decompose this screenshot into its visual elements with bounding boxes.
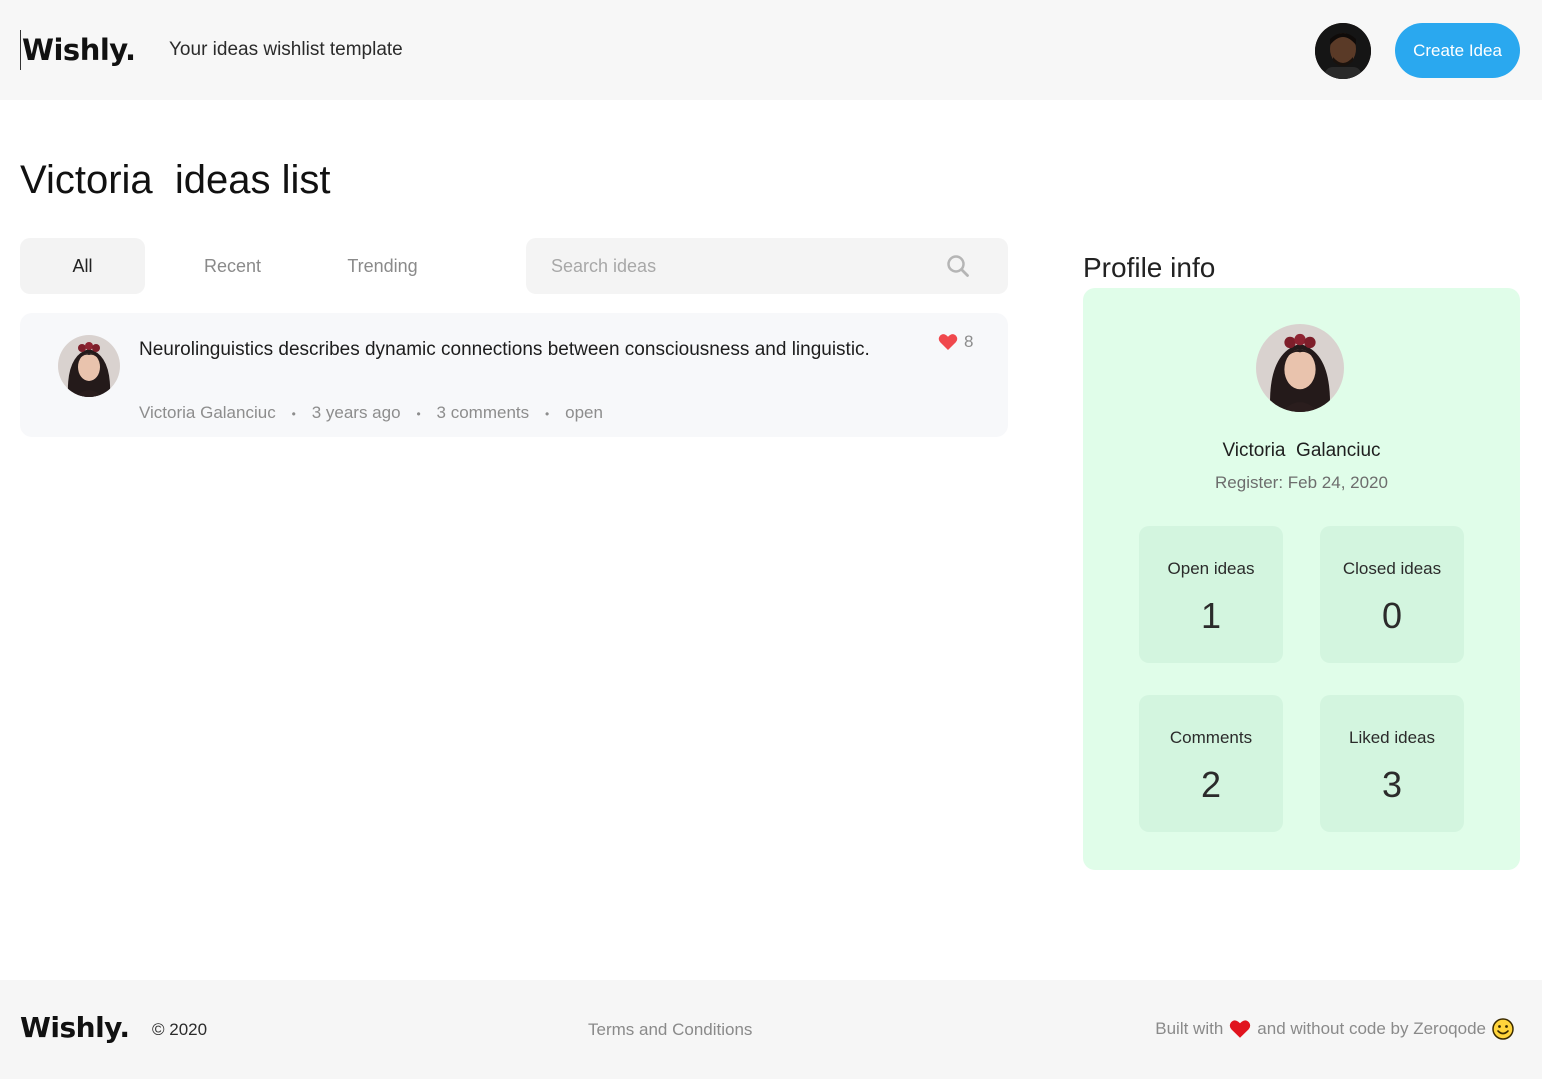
idea-author[interactable]: Victoria Galanciuc [139, 403, 276, 422]
idea-comments[interactable]: 3 comments [437, 403, 530, 422]
separator-dot: • [291, 406, 296, 421]
profile-card: Victoria Galanciuc Register: Feb 24, 202… [1083, 288, 1520, 870]
terms-link[interactable]: Terms and Conditions [588, 1020, 752, 1040]
idea-title[interactable]: Neurolinguistics describes dynamic conne… [139, 335, 899, 365]
stat-value: 3 [1381, 764, 1403, 805]
built-with-credit: Built with and without code by Zeroqode [1155, 1018, 1520, 1040]
idea-card[interactable]: Neurolinguistics describes dynamic conne… [20, 313, 1008, 437]
create-idea-button[interactable]: Create Idea [1395, 23, 1520, 78]
user-avatar-image [1315, 23, 1371, 79]
footer: Wishly. © 2020 Terms and Conditions Buil… [0, 980, 1542, 1079]
tab-trending[interactable]: Trending [320, 238, 445, 294]
search-icon[interactable] [946, 254, 970, 278]
stat-value: 2 [1200, 764, 1222, 805]
author-avatar[interactable] [58, 335, 120, 397]
heart-icon [1230, 1020, 1251, 1038]
header: Wishly. Your ideas wishlist template Cre… [0, 0, 1542, 100]
stat-open-ideas: Open ideas 1 [1139, 526, 1283, 663]
profile-name: Victoria Galanciuc [1222, 440, 1381, 461]
idea-status: open [565, 403, 603, 422]
search-input[interactable] [526, 238, 946, 294]
idea-time: 3 years ago [311, 403, 401, 422]
heart-icon [938, 334, 958, 350]
tab-recent[interactable]: Recent [170, 238, 295, 294]
author-avatar-image [58, 335, 120, 397]
like-button[interactable]: 8 [938, 332, 973, 352]
built-with-suffix: and without code by Zeroqode [1257, 1019, 1486, 1038]
like-count: 8 [964, 332, 974, 351]
tab-all[interactable]: All [20, 238, 145, 294]
stat-label: Liked ideas [1348, 728, 1435, 747]
stat-label: Closed ideas [1342, 559, 1442, 578]
stat-label: Comments [1169, 728, 1253, 747]
search-box [526, 238, 1008, 294]
tagline: Your ideas wishlist template [169, 39, 403, 60]
built-with-prefix: Built with [1155, 1019, 1224, 1038]
stat-value: 0 [1381, 595, 1403, 636]
copyright: © 2020 [152, 1020, 208, 1039]
stat-label: Open ideas [1167, 559, 1255, 578]
footer-logo[interactable]: Wishly. [20, 1008, 130, 1048]
stat-value: 1 [1200, 595, 1222, 636]
profile-register-date: Register: Feb 24, 2020 [1215, 473, 1388, 492]
profile-avatar [1256, 324, 1344, 412]
logo[interactable]: Wishly. [20, 30, 136, 70]
smiley-icon [1492, 1018, 1514, 1040]
profile-avatar-image [1256, 324, 1344, 412]
stat-comments: Comments 2 [1139, 695, 1283, 832]
page-title: Victoria ideas list [20, 158, 331, 202]
profile-heading: Profile info [1083, 252, 1216, 283]
separator-dot: • [545, 406, 550, 421]
stat-liked-ideas: Liked ideas 3 [1320, 695, 1464, 832]
idea-meta: Victoria Galanciuc • 3 years ago • 3 comment… [139, 401, 603, 426]
user-avatar[interactable] [1315, 23, 1371, 79]
stat-closed-ideas: Closed ideas 0 [1320, 526, 1464, 663]
separator-dot: • [416, 406, 421, 421]
